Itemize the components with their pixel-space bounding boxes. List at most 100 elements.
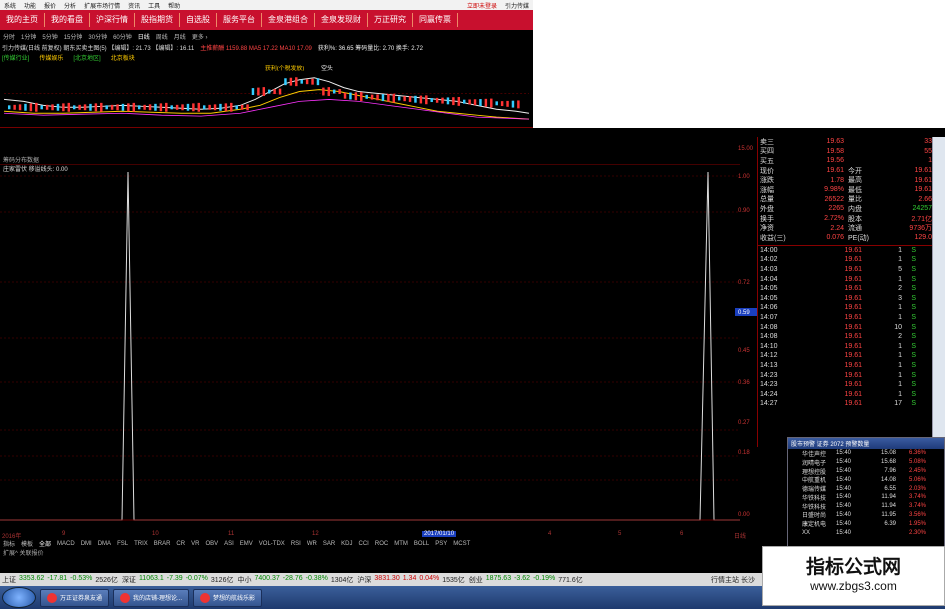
indicator-tab[interactable]: MACD [54,541,78,547]
nav-tab[interactable]: 金泉发现财 [315,13,368,27]
alert-row[interactable]: 华铁科技 15:40 11.94 3.74% [788,493,944,502]
indicator-tab[interactable]: 指标 [0,539,18,548]
index-item[interactable]: 沪深 3831.30 1.34 0.04% 1535亿 [357,575,464,585]
indicator-tab[interactable]: VOL-TDX [256,541,288,547]
index-item[interactable]: 中小 7400.37 -28.76 -0.38% 1304亿 [237,575,353,585]
nav-tab[interactable]: 沪深行情 [90,13,135,27]
tick-s: S [911,294,916,302]
candle [18,104,22,111]
candle [506,100,509,107]
alert-n: 华铁科技 [802,504,827,511]
start-button[interactable] [2,587,36,608]
indicator-tab[interactable]: OBV [202,541,221,547]
alert-row[interactable]: 华铁科技 15:40 11.94 3.74% [788,502,944,511]
date-label: 5 [618,531,622,537]
tick-rows: 14:00 19.61 1 S 14:02 19.61 1 S 14:03 19.61 5 S 14:0… [758,246,932,409]
tick-s: S [911,323,916,331]
quote-label: 现价 [760,167,774,175]
indicator-tab[interactable]: RSI [288,541,304,547]
nav-tab[interactable]: 服务平台 [217,13,262,27]
tick-t: 14:00 [760,246,778,254]
indicator-tab[interactable]: KDJ [338,541,355,547]
indicator-tab[interactable]: DMA [95,541,114,547]
period-tab[interactable]: 更多 › [189,32,211,41]
tick-t: 14:08 [760,333,778,341]
indicator-tab[interactable]: SAR [320,541,338,547]
alert-pc: 6.36% [908,450,926,457]
quote-row: 现价 19.61 今开 19.61 [758,166,932,176]
nav-tab[interactable]: 我的看盘 [45,13,90,27]
alert-row[interactable]: 中航重机 15:40 14.08 5.06% [788,475,944,485]
index-item[interactable]: 创业 1875.63 -3.62 -0.19% 771.6亿 [469,575,583,585]
tick-s: S [911,275,916,283]
period-tab[interactable]: 1分钟 [18,32,39,41]
indicator-tab[interactable]: ROC [372,541,391,547]
menu-item[interactable]: 功能 [20,1,40,10]
menu-item[interactable]: 扩展市场行情 [80,1,124,10]
alert-row[interactable]: 华佳声控 15:40 15.08 6.36% [788,449,944,458]
candle [251,88,255,95]
alert-row[interactable]: XX 15:40 2.30% [788,528,944,537]
indicator-tab[interactable]: TRIX [131,541,151,547]
alert-row[interactable]: 理想控股 15:40 7.96 2.45% [788,467,944,476]
indicator-tab[interactable]: VR [188,541,202,547]
indicator-tab[interactable]: 模板 [18,539,36,548]
candle [257,87,260,96]
indicator-tab[interactable]: DMI [78,541,95,547]
index-item[interactable]: 深证 11063.1 -7.39 -0.07% 3126亿 [122,575,234,585]
period-bar: 分时 1分钟 5分钟 15分钟 30分钟 60分钟 日线 周线 月线 更多 › [0,31,533,41]
menu-item[interactable]: 分析 [60,1,80,10]
period-tab[interactable]: 15分钟 [61,32,86,41]
menu-right-item[interactable]: 立即未登录 [463,1,501,10]
indicator-tab[interactable]: PSY [432,541,450,547]
candle [83,104,87,111]
indicator-tab[interactable]: EMV [237,541,256,547]
app-icon [120,592,131,603]
period-tab[interactable]: 周线 [153,32,171,41]
menu-item[interactable]: 报价 [40,1,60,10]
indicator-tab[interactable]: ASI [221,541,237,547]
nav-tab[interactable]: 万正研究 [368,13,413,27]
period-tab[interactable]: 分时 [0,32,18,41]
indicator-tab[interactable]: BOLL [411,541,432,547]
alert-row[interactable]: 德瑞传媒 15:40 6.55 2.03% [788,484,944,494]
period-tab[interactable]: 5分钟 [39,32,60,41]
period-tab[interactable]: 月线 [171,32,189,41]
taskbar-button[interactable]: 梦想的航线乐影 [193,588,263,607]
alert-row[interactable]: 日盛时尚 15:40 11.95 3.56% [788,511,944,520]
nav-tab[interactable]: 金泉港组合 [262,13,315,27]
indicator-tab[interactable]: WR [304,541,320,547]
indicator-tab[interactable]: CCI [356,541,372,547]
alert-tm: 15:40 [836,476,852,483]
menu-item[interactable]: 资讯 [124,1,144,10]
nav-tab[interactable]: 股指期货 [135,13,180,27]
alert-popup[interactable]: 股市预警 证券 2072 预警数量 华佳声控 15:40 15.08 6.36% 润晴电… [787,437,945,547]
alert-row[interactable]: 润晴电子 15:40 15.68 5.08% [788,458,944,467]
taskbar-button[interactable]: 我的店铺-理想论... [113,588,190,607]
menu-right-item[interactable]: 引力传媒 [501,1,533,10]
indicator-tab[interactable]: FSL [114,541,131,547]
expand-bar[interactable]: 扩展^ 关联报价 [0,548,757,557]
period-tab[interactable]: 30分钟 [85,32,110,41]
taskbar-button[interactable]: 万正证券泉友通 [40,588,110,607]
nav-tab[interactable]: 自选股 [180,13,217,27]
menu-item[interactable]: 帮助 [164,1,184,10]
indicator-tab[interactable]: MCST [450,541,473,547]
period-tab[interactable]: 60分钟 [110,32,135,41]
menu-item[interactable]: 工具 [144,1,164,10]
indicator-tab[interactable]: CR [173,541,188,547]
indicator-tab[interactable]: BRAR [151,541,174,547]
date-label: 9 [62,531,66,537]
candle [381,94,385,102]
indicator-tab[interactable]: 全部 [36,539,54,548]
indicator-tab[interactable]: MTM [391,541,411,547]
menu-item[interactable]: 系统 [0,1,20,10]
side-scrollbar[interactable] [932,137,945,447]
alert-row[interactable]: 康定机电 15:40 6.39 1.95% [788,519,944,529]
y-tick-label: 0.59 [738,310,750,316]
nav-tab[interactable]: 我的主页 [0,13,45,27]
period-tab[interactable]: 日线 [135,32,153,41]
index-item[interactable]: 上证 3353.62 -17.81 -0.53% 2526亿 [2,575,118,585]
alert-popup-title[interactable]: 股市预警 证券 2072 预警数量 [788,438,944,449]
nav-tab[interactable]: 同赢传票 [413,13,458,27]
